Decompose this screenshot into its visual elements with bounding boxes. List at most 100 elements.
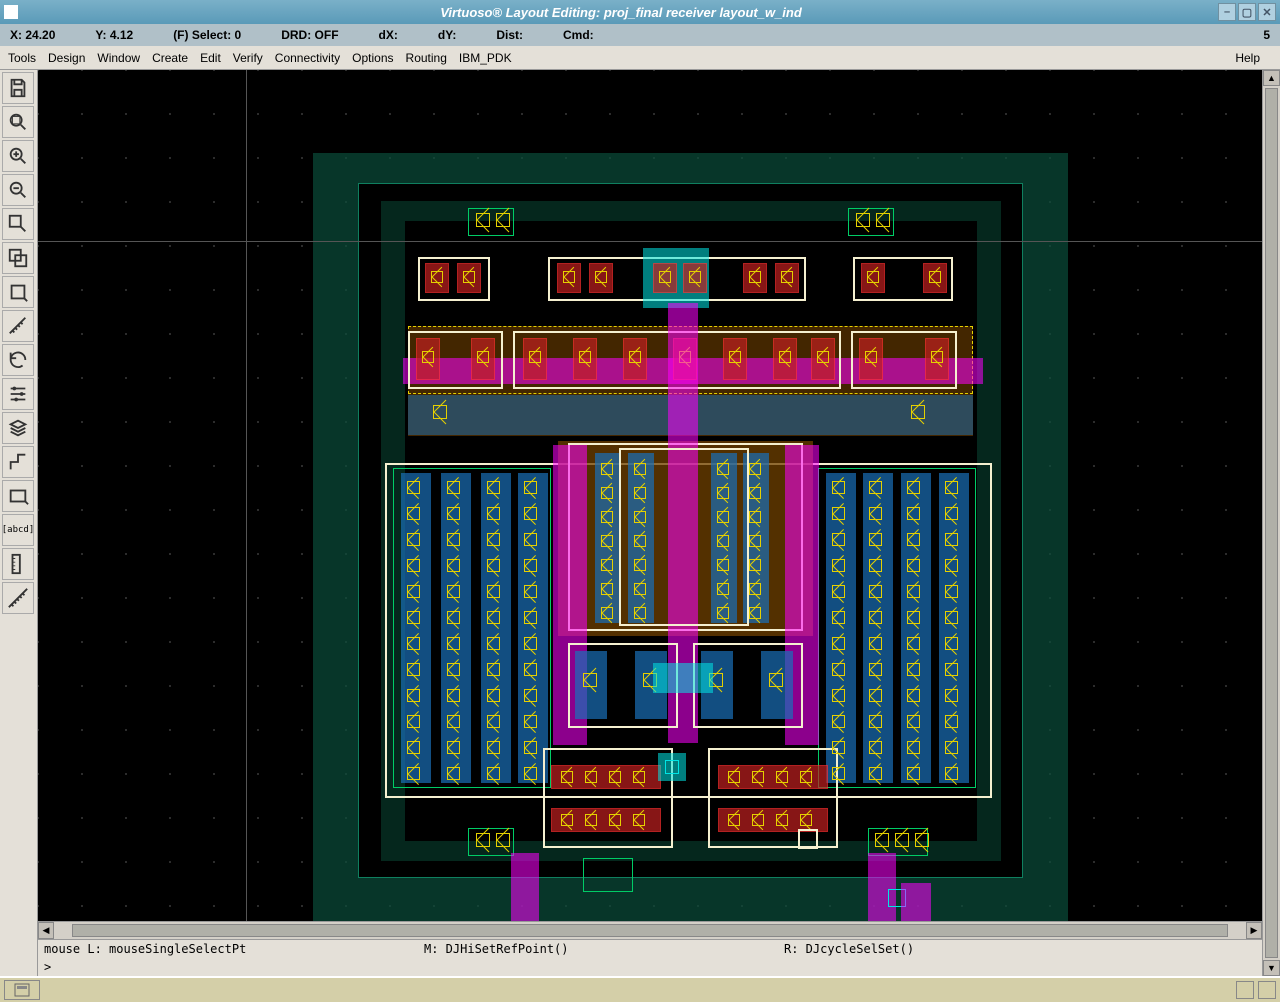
menu-options[interactable]: Options [352, 51, 393, 65]
vscrollbar[interactable]: ▲ ▼ [1262, 70, 1280, 976]
contact-via [749, 535, 761, 547]
contact-via [832, 507, 845, 520]
hscrollbar[interactable]: ◀ ▶ [38, 921, 1262, 939]
measure-icon[interactable] [2, 582, 34, 614]
contact-via [717, 511, 729, 523]
chip-layout [313, 153, 1068, 921]
status-right: 5 [1263, 28, 1270, 42]
cmd-label: Cmd: [563, 28, 594, 42]
contact-via [945, 715, 958, 728]
label-icon[interactable]: [abcd] [2, 514, 34, 546]
contact-via [945, 611, 958, 624]
contact-via [407, 481, 420, 494]
contact-via [634, 463, 646, 475]
undo-icon[interactable] [2, 344, 34, 376]
zoom-in-icon[interactable] [2, 140, 34, 172]
menu-routing[interactable]: Routing [406, 51, 447, 65]
contact-via [832, 481, 845, 494]
contact-via [907, 767, 920, 780]
contact-via [407, 715, 420, 728]
close-button[interactable]: ✕ [1258, 3, 1276, 21]
menu-ibmpdk[interactable]: IBM_PDK [459, 51, 512, 65]
contact-via [945, 689, 958, 702]
contact-via [945, 741, 958, 754]
stretch-icon[interactable] [2, 208, 34, 240]
taskbar-app-button[interactable] [4, 980, 40, 1000]
menu-help[interactable]: Help [1235, 51, 1260, 65]
contact-via [749, 487, 761, 499]
vscroll-thumb[interactable] [1265, 88, 1278, 958]
contact-via [634, 511, 646, 523]
contact-via [487, 533, 500, 546]
contact-via [717, 463, 729, 475]
minimize-button[interactable]: – [1218, 3, 1236, 21]
contact-via [832, 559, 845, 572]
menu-bar: Tools Design Window Create Edit Verify C… [0, 46, 1280, 70]
contact-via [869, 585, 882, 598]
vscroll-up-arrow[interactable]: ▲ [1263, 70, 1280, 86]
contact-via [907, 689, 920, 702]
contact-via [447, 637, 460, 650]
contact-via [601, 511, 613, 523]
contact-via [407, 533, 420, 546]
select-count: (F) Select: 0 [173, 28, 241, 42]
path-icon[interactable] [2, 446, 34, 478]
menu-window[interactable]: Window [97, 51, 140, 65]
contact-via [749, 559, 761, 571]
contact-via [487, 689, 500, 702]
contact-via [907, 507, 920, 520]
contact-via [524, 689, 537, 702]
contact-via [487, 637, 500, 650]
coord-x: X: 24.20 [10, 28, 55, 42]
vscroll-down-arrow[interactable]: ▼ [1263, 960, 1280, 976]
contact-via [907, 585, 920, 598]
flatten-icon[interactable] [2, 412, 34, 444]
hscroll-left-arrow[interactable]: ◀ [38, 922, 54, 939]
menu-verify[interactable]: Verify [233, 51, 263, 65]
contact-via [487, 663, 500, 676]
menu-connectivity[interactable]: Connectivity [275, 51, 340, 65]
dy-label: dY: [438, 28, 456, 42]
hscroll-thumb[interactable] [72, 924, 1228, 937]
contact-via [907, 663, 920, 676]
zoom-fit-icon[interactable] [2, 106, 34, 138]
menu-create[interactable]: Create [152, 51, 188, 65]
ruler-icon[interactable] [2, 310, 34, 342]
tray-icon-1[interactable] [1236, 981, 1254, 999]
hscroll-right-arrow[interactable]: ▶ [1246, 922, 1262, 939]
contact-via [524, 507, 537, 520]
contact-via [407, 585, 420, 598]
contact-via [487, 715, 500, 728]
coordinate-bar: X: 24.20 Y: 4.12 (F) Select: 0 DRD: OFF … [0, 24, 1280, 46]
dist-label: Dist: [496, 28, 523, 42]
menu-tools[interactable]: Tools [8, 51, 36, 65]
copy-icon[interactable] [2, 242, 34, 274]
rect-icon[interactable] [2, 480, 34, 512]
contact-via [749, 583, 761, 595]
contact-via [487, 481, 500, 494]
layout-canvas[interactable] [38, 70, 1262, 921]
contact-via [524, 611, 537, 624]
contact-via [634, 535, 646, 547]
move-icon[interactable] [2, 276, 34, 308]
contact-via [945, 481, 958, 494]
contact-via [487, 559, 500, 572]
contact-via [869, 559, 882, 572]
contact-via [601, 559, 613, 571]
contact-via [447, 481, 460, 494]
system-tray [1236, 981, 1276, 999]
ruler2-icon[interactable] [2, 548, 34, 580]
save-icon[interactable] [2, 72, 34, 104]
property-icon[interactable] [2, 378, 34, 410]
menu-edit[interactable]: Edit [200, 51, 221, 65]
tray-icon-2[interactable] [1258, 981, 1276, 999]
mouse-bindings: mouse L: mouseSingleSelectPt M: DJHiSetR… [38, 940, 1262, 958]
maximize-button[interactable]: ▢ [1238, 3, 1256, 21]
contact-via [447, 533, 460, 546]
command-prompt[interactable]: > [38, 958, 1262, 976]
mouse-r-binding: R: DJcycleSelSet() [784, 942, 914, 956]
contact-via [945, 507, 958, 520]
zoom-out-icon[interactable] [2, 174, 34, 206]
window-title: Virtuoso® Layout Editing: proj_final rec… [24, 5, 1218, 20]
menu-design[interactable]: Design [48, 51, 85, 65]
